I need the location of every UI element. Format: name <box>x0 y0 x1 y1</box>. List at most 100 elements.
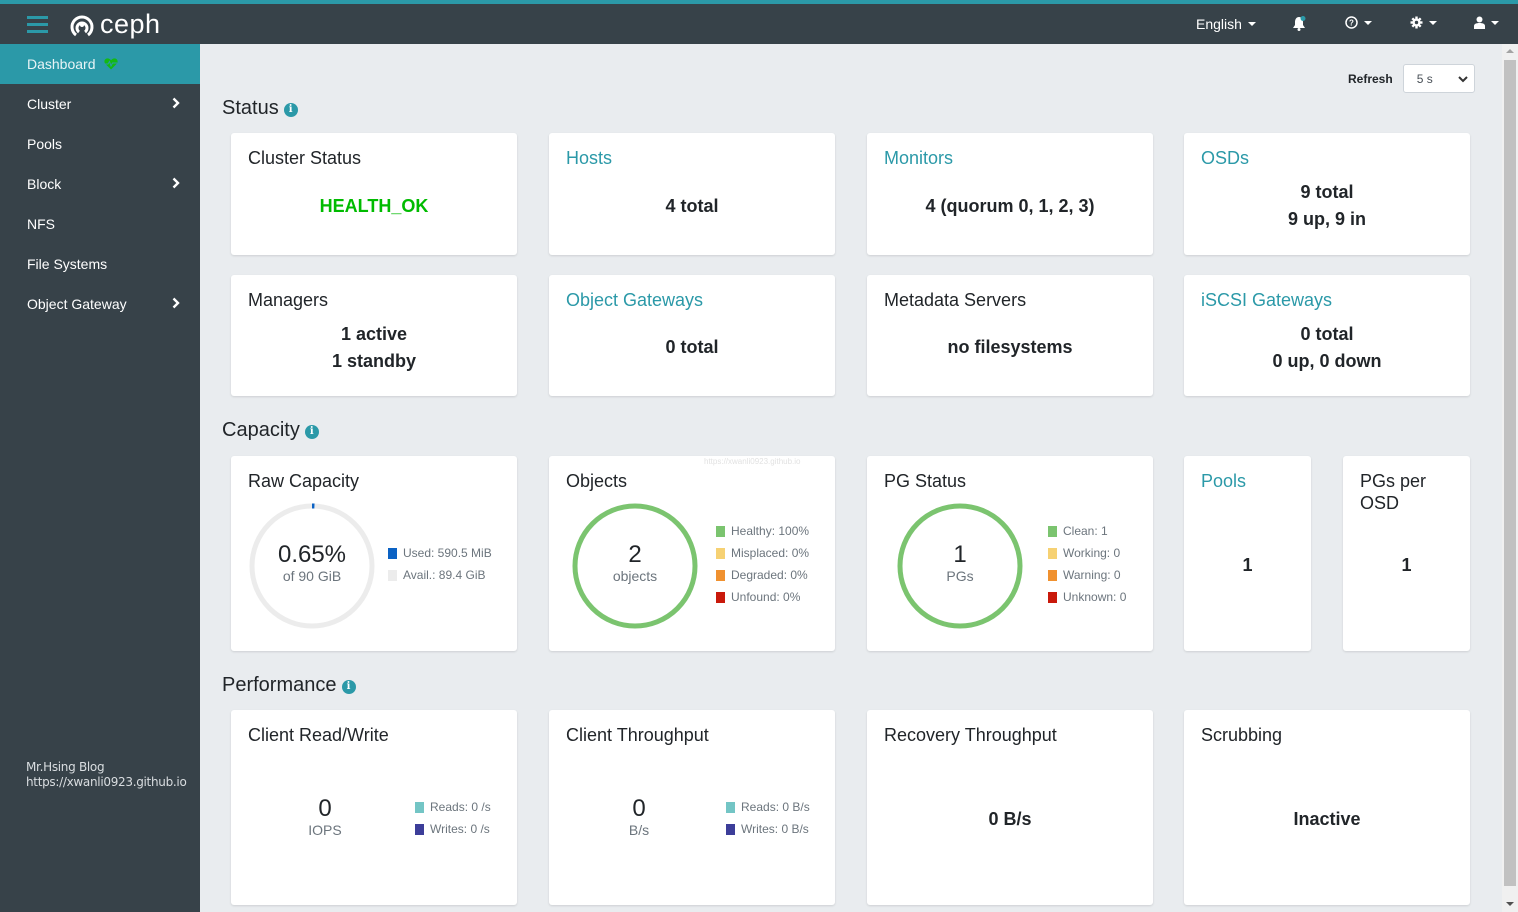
scroll-up-arrow-icon[interactable] <box>1506 49 1514 53</box>
info-icon[interactable]: i <box>341 680 356 694</box>
raw-capacity-legend: Used: 590.5 MiB Avail.: 89.4 GiB <box>388 542 492 586</box>
objects-card: Objects 2 objects Healthy: 100% Misplace… <box>549 456 835 651</box>
legend-swatch-available <box>388 569 397 581</box>
hosts-value: 4 total <box>665 196 719 216</box>
legend-item: Unknown: 0 <box>1048 586 1126 608</box>
legend-label: Warning: 0 <box>1063 568 1121 582</box>
scrubbing-card: Scrubbing Inactive <box>1184 710 1470 905</box>
pgs-per-osd-card: PGs per OSD 1 <box>1343 456 1470 651</box>
osds-total: 9 total <box>1300 182 1354 202</box>
watermark: https://xwanli0923.github.io <box>704 457 801 466</box>
info-icon[interactable]: i <box>283 103 298 117</box>
card-title: Client Throughput <box>566 725 709 745</box>
info-icon[interactable]: i <box>304 425 319 439</box>
legend-label: Degraded: 0% <box>731 568 808 582</box>
legend-swatch-working <box>1048 547 1057 559</box>
status-section-title: Status i <box>222 97 298 120</box>
pgs-per-osd-value: 1 <box>1401 555 1412 575</box>
legend-label: Reads: 0 /s <box>430 800 491 814</box>
ceph-logo[interactable]: ceph <box>68 10 161 38</box>
sidebar-item-object-gateway[interactable]: Object Gateway <box>0 284 200 324</box>
hosts-card: Hosts 4 total <box>549 133 835 255</box>
osds-link[interactable]: OSDs <box>1201 147 1249 169</box>
menu-icon[interactable] <box>27 16 48 33</box>
section-title-text: Status <box>222 97 279 119</box>
objects-legend: Healthy: 100% Misplaced: 0% Degraded: 0%… <box>716 520 809 608</box>
user-icon <box>1474 16 1485 29</box>
card-title: Recovery Throughput <box>884 725 1057 745</box>
pg-status-card: PG Status 1 PGs Clean: 1 Working: 0 Warn… <box>867 456 1153 651</box>
client-throughput-center: 0 B/s <box>589 796 689 839</box>
metadata-servers-card: Metadata Servers no filesystems <box>867 275 1153 396</box>
client-throughput-card: Client Throughput 0 B/s Reads: 0 B/s Wri… <box>549 710 835 905</box>
metadata-servers-value: no filesystems <box>947 337 1073 357</box>
legend-swatch-warning <box>1048 569 1057 581</box>
legend-swatch-reads <box>726 801 735 813</box>
legend-swatch-writes <box>726 823 735 835</box>
legend-label: Avail.: 89.4 GiB <box>403 568 486 582</box>
caret-down-icon <box>1364 20 1372 25</box>
iscsi-gateways-link[interactable]: iSCSI Gateways <box>1201 289 1332 311</box>
refresh-interval-select[interactable]: 5 s <box>1402 64 1475 93</box>
sidebar-item-file-systems[interactable]: File Systems <box>0 244 200 284</box>
user-dropdown[interactable] <box>1474 16 1499 29</box>
pools-value: 1 <box>1242 555 1253 575</box>
legend-item: Warning: 0 <box>1048 564 1126 586</box>
performance-section-title: Performance i <box>222 674 356 697</box>
legend-item: Degraded: 0% <box>716 564 809 586</box>
legend-item: Avail.: 89.4 GiB <box>388 564 492 586</box>
notifications-button[interactable] <box>1292 16 1306 31</box>
chevron-right-icon <box>172 97 180 109</box>
scrollbar-thumb[interactable] <box>1504 60 1516 886</box>
pg-status-center: 1 PGs <box>895 541 1025 585</box>
pools-link[interactable]: Pools <box>1201 470 1246 492</box>
caret-down-icon <box>1247 22 1256 26</box>
sidebar-item-block[interactable]: Block <box>0 164 200 204</box>
cluster-status-card: Cluster Status HEALTH_OK <box>231 133 517 255</box>
throughput-unit: B/s <box>628 822 650 838</box>
chevron-right-icon <box>172 177 180 189</box>
language-label: English <box>1196 16 1242 32</box>
object-gateways-value: 0 total <box>665 337 719 357</box>
legend-item: Unfound: 0% <box>716 586 809 608</box>
legend-label: Unknown: 0 <box>1063 590 1127 604</box>
settings-dropdown[interactable] <box>1410 16 1437 29</box>
legend-item: Reads: 0 B/s <box>726 796 810 818</box>
refresh-interval-value: 5 s <box>1416 71 1433 86</box>
sidebar-footer: Mr.Hsing Blog https://xwanli0923.github.… <box>26 760 187 790</box>
raw-capacity-center: 0.65% of 90 GiB <box>247 542 377 585</box>
language-dropdown[interactable]: English <box>1196 16 1256 32</box>
scroll-down-arrow-icon[interactable] <box>1506 902 1514 906</box>
objects-count: 2 <box>628 541 642 568</box>
heartbeat-icon <box>103 58 118 70</box>
legend-swatch-degraded <box>716 569 725 581</box>
hosts-link[interactable]: Hosts <box>566 147 612 169</box>
recovery-throughput-card: Recovery Throughput 0 B/s <box>867 710 1153 905</box>
card-title: PG Status <box>884 471 967 491</box>
object-gateways-link[interactable]: Object Gateways <box>566 289 703 311</box>
sidebar-item-label: Cluster <box>27 96 72 112</box>
sidebar-item-label: File Systems <box>27 256 108 272</box>
iscsi-up-down: 0 up, 0 down <box>1272 351 1382 371</box>
osds-card: OSDs 9 total 9 up, 9 in <box>1184 133 1470 255</box>
client-read-write-card: Client Read/Write 0 IOPS Reads: 0 /s Wri… <box>231 710 517 905</box>
card-title: Objects <box>566 471 628 491</box>
legend-swatch-reads <box>415 801 424 813</box>
iscsi-total: 0 total <box>1300 324 1354 344</box>
help-dropdown[interactable]: ? <box>1345 16 1372 29</box>
pg-count: 1 <box>953 541 967 568</box>
sidebar-item-dashboard[interactable]: Dashboard <box>0 44 200 84</box>
iscsi-gateways-card: iSCSI Gateways 0 total 0 up, 0 down <box>1184 275 1470 396</box>
pg-status-legend: Clean: 1 Working: 0 Warning: 0 Unknown: … <box>1048 520 1126 608</box>
sidebar-item-pools[interactable]: Pools <box>0 124 200 164</box>
managers-active: 1 active <box>340 324 408 344</box>
monitors-link[interactable]: Monitors <box>884 147 953 169</box>
legend-swatch-used <box>388 547 397 559</box>
section-title-text: Capacity <box>222 419 300 441</box>
legend-label: Healthy: 100% <box>731 524 810 538</box>
sidebar-item-nfs[interactable]: NFS <box>0 204 200 244</box>
vertical-scrollbar[interactable] <box>1502 44 1518 912</box>
sidebar-item-cluster[interactable]: Cluster <box>0 84 200 124</box>
client-rw-legend: Reads: 0 /s Writes: 0 /s <box>415 796 491 840</box>
iops-unit: IOPS <box>308 822 342 838</box>
